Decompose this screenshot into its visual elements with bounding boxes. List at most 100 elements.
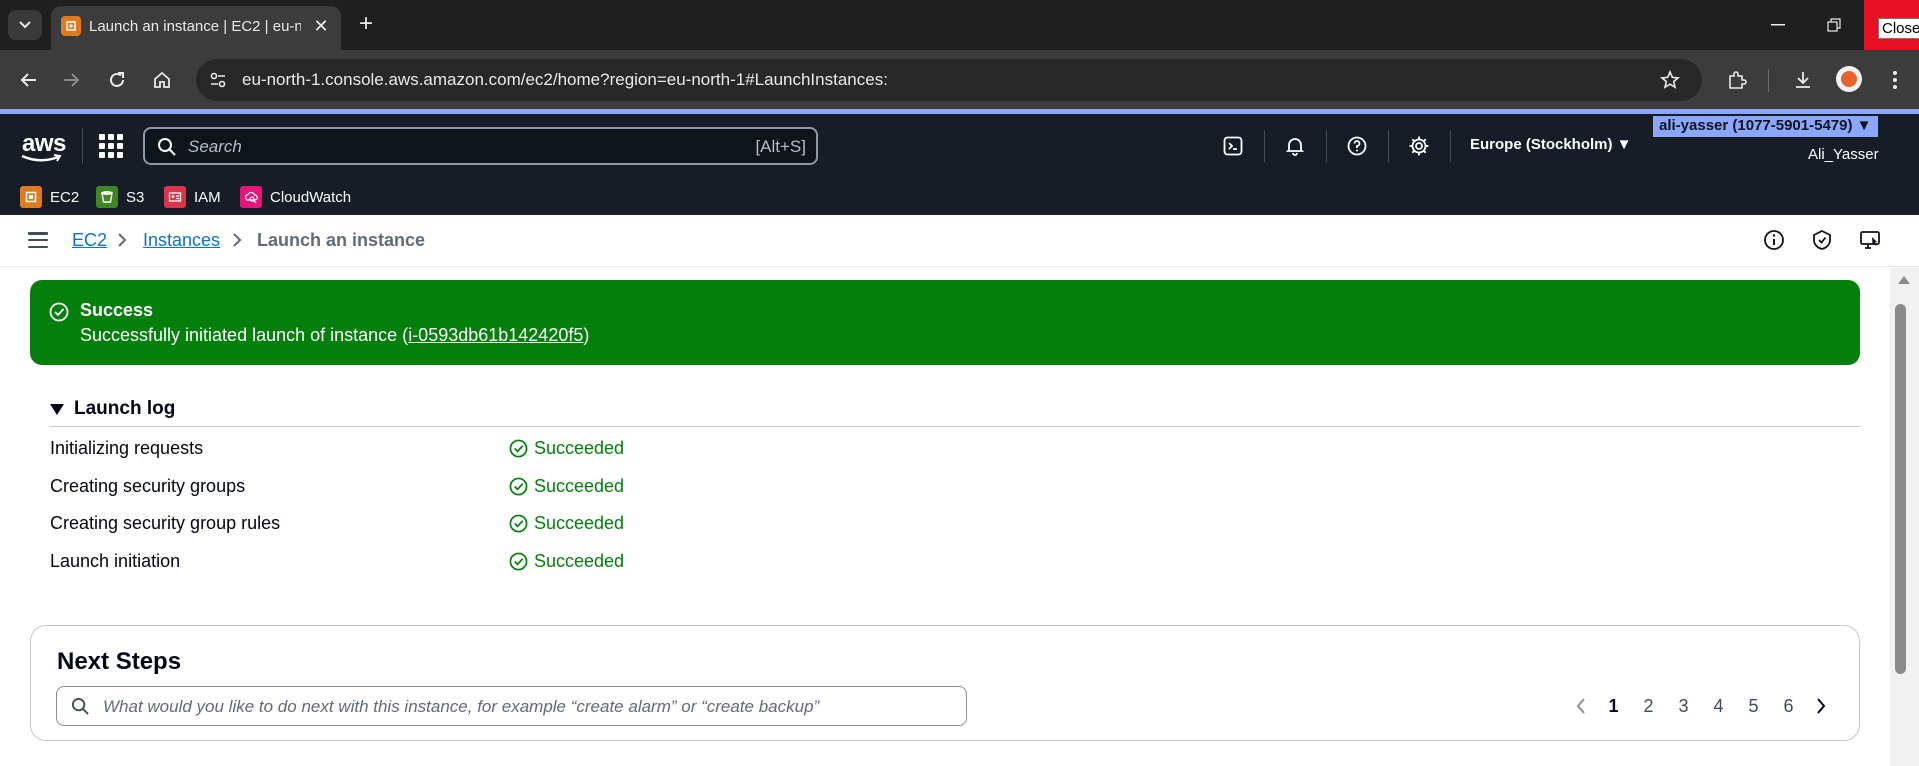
restore-icon[interactable]: [1806, 0, 1862, 50]
flash-message: Successfully initiated launch of instanc…: [80, 325, 589, 346]
user-name[interactable]: Ali_Yasser: [1808, 146, 1879, 163]
scrollbar-thumb[interactable]: [1895, 304, 1906, 674]
settings-gear-icon[interactable]: [1406, 133, 1432, 159]
browser-tab-active[interactable]: Launch an instance | EC2 | eu-north-1 ✕: [51, 6, 341, 50]
header-divider: [1326, 130, 1327, 162]
header-divider: [82, 128, 83, 164]
bookmark-star-icon[interactable]: [1658, 68, 1682, 92]
feedback-screen-icon[interactable]: [1857, 227, 1883, 253]
page-5[interactable]: 5: [1736, 696, 1771, 717]
forward-icon[interactable]: [56, 64, 88, 96]
cloudwatch-icon: [240, 186, 262, 208]
log-step: Creating security groups: [50, 476, 246, 496]
log-status: Succeeded: [509, 438, 624, 459]
favorite-label: IAM: [194, 188, 221, 206]
info-icon[interactable]: [1761, 227, 1787, 253]
favorite-s3[interactable]: S3: [96, 184, 144, 210]
breadcrumb-ec2[interactable]: EC2: [72, 230, 107, 251]
log-step: Initializing requests: [50, 438, 204, 458]
launch-log-row: Creating security groups Succeeded: [50, 474, 850, 502]
toolbar-divider: [1768, 70, 1769, 92]
region-selector[interactable]: Europe (Stockholm) ▼: [1470, 136, 1632, 153]
page-6[interactable]: 6: [1771, 696, 1806, 717]
favorite-label: EC2: [50, 188, 80, 206]
favorite-label: S3: [126, 188, 145, 206]
launch-log-title: Launch log: [74, 398, 176, 419]
main-content: Success Successfully initiated launch of…: [0, 268, 1890, 766]
log-status: Succeeded: [509, 551, 624, 572]
flash-message-suffix: ): [583, 325, 590, 345]
aws-logo[interactable]: aws: [20, 130, 66, 162]
chevron-left-icon[interactable]: [1566, 692, 1596, 720]
chevron-right-icon[interactable]: [1806, 692, 1836, 720]
aws-search-input[interactable]: Search [Alt+S]: [143, 127, 818, 165]
extensions-icon[interactable]: [1722, 65, 1752, 95]
instance-id-link[interactable]: i-0593db61b142420f5: [408, 325, 583, 345]
status-check-icon: [509, 439, 528, 458]
close-tooltip: Close: [1878, 18, 1919, 39]
log-step: Creating security group rules: [50, 513, 281, 533]
header-divider: [1450, 130, 1451, 162]
tab-list-icon[interactable]: [8, 10, 42, 40]
next-steps-title: Next Steps: [57, 648, 182, 675]
status-check-icon: [509, 477, 528, 496]
favorites-bar: EC2 S3 IAM CloudWatch: [0, 179, 1919, 215]
log-step: Launch initiation: [50, 551, 181, 571]
home-icon[interactable]: [146, 64, 178, 96]
site-info-icon[interactable]: [206, 68, 230, 92]
status-check-icon: [509, 514, 528, 533]
breadcrumb-current: Launch an instance: [257, 230, 426, 250]
log-status: Succeeded: [509, 513, 624, 534]
breadcrumb-instances[interactable]: Instances: [143, 230, 220, 251]
tab-title: Launch an instance | EC2 | eu-north-1: [89, 18, 301, 35]
favorite-ec2[interactable]: EC2: [20, 184, 79, 210]
launch-log-toggle[interactable]: Launch log: [50, 396, 175, 422]
status-text: Succeeded: [534, 513, 625, 533]
services-grid-icon[interactable]: [99, 134, 123, 158]
favorite-label: CloudWatch: [270, 188, 352, 206]
success-flashbar: Success Successfully initiated launch of…: [30, 280, 1860, 365]
launch-log-row: Initializing requests Succeeded: [50, 436, 850, 464]
status-text: Succeeded: [534, 438, 625, 458]
launch-log-row: Launch initiation Succeeded: [50, 549, 850, 577]
minimize-icon[interactable]: [1750, 0, 1806, 50]
page-4[interactable]: 4: [1701, 696, 1736, 717]
notifications-bell-icon[interactable]: [1282, 133, 1308, 159]
pagination: 1 2 3 4 5 6: [1566, 692, 1836, 720]
tab-close-icon[interactable]: ✕: [311, 16, 331, 36]
aws-top-nav: aws Search [Alt+S] Europe (Stockholm) ▼ …: [0, 114, 1919, 179]
new-tab-icon[interactable]: +: [353, 12, 379, 38]
page-3[interactable]: 3: [1666, 696, 1701, 717]
cloudshell-icon[interactable]: [1220, 133, 1246, 159]
page-1[interactable]: 1: [1596, 696, 1631, 717]
security-shield-icon[interactable]: [1809, 227, 1835, 253]
breadcrumb: EC2 Instances Launch an instance: [0, 215, 1919, 267]
menu-icon[interactable]: [1880, 65, 1910, 95]
header-divider: [1388, 130, 1389, 162]
favorite-iam[interactable]: IAM: [164, 184, 221, 210]
browser-titlebar: Launch an instance | EC2 | eu-north-1 ✕ …: [0, 0, 1919, 50]
download-icon[interactable]: [1788, 65, 1818, 95]
back-icon[interactable]: [12, 64, 44, 96]
search-placeholder: Search: [188, 137, 242, 156]
next-steps-container: Next Steps What would you like to do nex…: [30, 625, 1860, 741]
next-steps-search-input[interactable]: What would you like to do next with this…: [56, 686, 967, 726]
launch-log-row: Creating security group rules Succeeded: [50, 511, 850, 539]
reload-icon[interactable]: [101, 64, 133, 96]
account-menu[interactable]: ali-yasser (1077-5901-5479) ▼: [1653, 116, 1878, 137]
next-steps-search-placeholder: What would you like to do next with this…: [103, 697, 820, 716]
hamburger-menu-icon[interactable]: [28, 232, 48, 248]
flash-message-prefix: Successfully initiated launch of instanc…: [80, 325, 409, 345]
page-scrollbar[interactable]: [1890, 268, 1919, 766]
profile-avatar[interactable]: [1836, 66, 1862, 92]
help-icon[interactable]: [1344, 133, 1370, 159]
search-shortcut: [Alt+S]: [755, 137, 806, 156]
page-2[interactable]: 2: [1631, 696, 1666, 717]
favorite-cloudwatch[interactable]: CloudWatch: [240, 184, 351, 210]
url-text: eu-north-1.console.aws.amazon.com/ec2/ho…: [242, 70, 888, 89]
caret-down-icon: [50, 403, 64, 415]
flash-title: Success: [80, 300, 154, 320]
ec2-favicon-icon: [61, 16, 81, 36]
address-bar[interactable]: eu-north-1.console.aws.amazon.com/ec2/ho…: [196, 59, 1702, 101]
scroll-up-arrow-icon[interactable]: [1898, 276, 1910, 284]
